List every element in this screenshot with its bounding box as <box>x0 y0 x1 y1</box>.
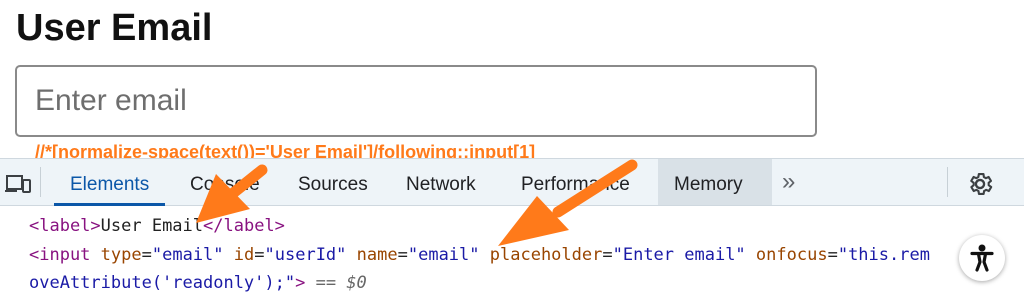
toolbar-divider <box>947 167 948 197</box>
tab-memory[interactable]: Memory <box>658 159 772 205</box>
accessibility-icon <box>970 244 994 272</box>
code-attr-value: "email" <box>407 245 480 265</box>
device-toolbar-icon[interactable] <box>4 173 32 195</box>
code-attr-name: onfocus <box>755 245 828 265</box>
code-attr-name: placeholder <box>489 245 603 265</box>
code-attr-name: id <box>233 245 255 265</box>
code-attr-value: oveAttribute('readonly');" <box>29 273 296 293</box>
code-attr-value: "userId" <box>264 245 347 265</box>
screenshot-root: User Email //*[normalize-space(text())='… <box>0 0 1024 299</box>
code-line-input[interactable]: <input type="email" id="userId" name="em… <box>29 244 930 266</box>
code-line-input-cont[interactable]: oveAttribute('readonly');"> == $0 <box>29 272 367 294</box>
accessibility-button[interactable] <box>959 235 1005 281</box>
code-tag: > <box>295 273 306 293</box>
page-heading: User Email <box>16 7 213 49</box>
settings-gear-icon[interactable] <box>966 170 994 198</box>
tab-sources[interactable]: Sources <box>282 159 384 205</box>
code-attr-name: type <box>100 245 142 265</box>
tab-elements[interactable]: Elements <box>54 159 166 206</box>
more-tabs-button[interactable]: » <box>766 159 811 205</box>
code-attr-value: "email" <box>151 245 224 265</box>
devtools-tab-bar: Elements Console Sources Network Perform… <box>0 158 1024 206</box>
code-attr-value: "Enter email" <box>612 245 746 265</box>
email-input[interactable] <box>15 65 817 137</box>
code-line-label[interactable]: <label>User Email</label> <box>29 215 285 237</box>
code-attr-name: name <box>356 245 398 265</box>
tab-console[interactable]: Console <box>174 159 276 205</box>
code-attr-value: "this.rem <box>837 245 930 265</box>
selected-node-marker: == $0 <box>315 273 367 293</box>
code-text: User Email <box>100 216 204 236</box>
code-tag: <label> <box>29 216 101 236</box>
code-tag: <input <box>29 245 91 265</box>
code-tag: </label> <box>203 216 285 236</box>
tab-performance[interactable]: Performance <box>505 159 646 205</box>
toolbar-divider <box>40 167 41 197</box>
elements-panel: <label>User Email</label> <input type="e… <box>0 206 1024 299</box>
tab-network[interactable]: Network <box>390 159 492 205</box>
